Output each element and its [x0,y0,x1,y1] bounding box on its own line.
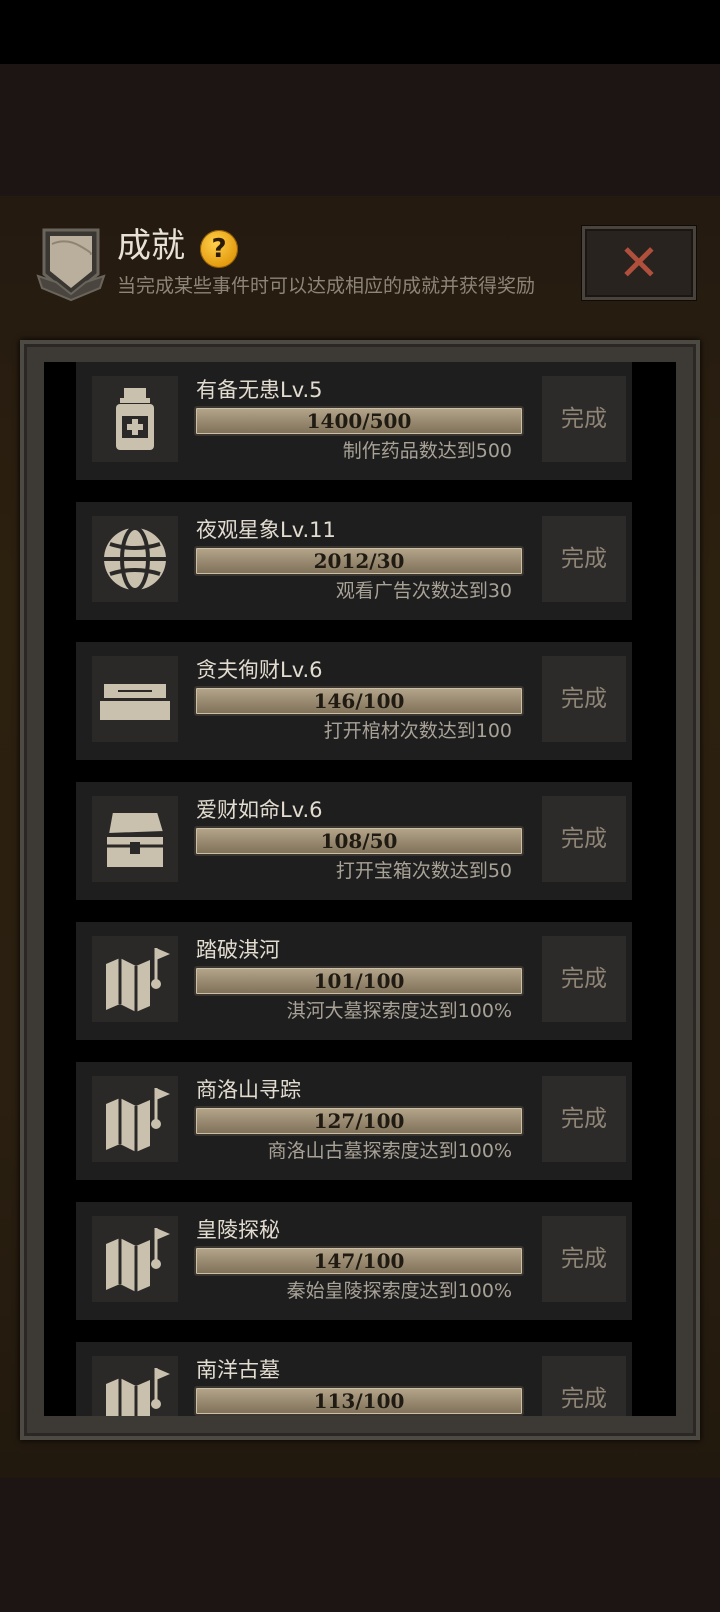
achievement-name: 有备无患Lv.5 [196,378,323,402]
achievement-name: 南洋古墓 [196,1358,280,1382]
progress-text: 101/100 [313,969,405,993]
progress-bar: 1400/500 [194,406,524,436]
achievement-description: 淇河大墓探索度达到100% [286,1000,512,1022]
progress-text: 1400/500 [306,409,412,433]
progress-bar: 113/100 [194,1386,524,1416]
achievement-card: 南洋古墓 113/100 完成 [76,1342,632,1416]
page-title: 成就 [117,226,185,266]
complete-button[interactable]: 完成 [542,796,626,882]
map-flag-icon [92,1356,178,1416]
complete-button-label: 完成 [561,1106,607,1132]
progress-text: 147/100 [313,1249,405,1273]
progress-text: 2012/30 [313,549,405,573]
map-flag-icon [92,1216,178,1302]
achievement-name: 商洛山寻踪 [196,1078,301,1102]
complete-button[interactable]: 完成 [542,1356,626,1416]
progress-bar: 127/100 [194,1106,524,1136]
map-flag-icon [92,936,178,1022]
coffin-icon [92,656,178,742]
achievement-description: 打开宝箱次数达到50 [335,860,512,882]
progress-text: 113/100 [313,1389,405,1413]
map-flag-icon [92,1076,178,1162]
complete-button-label: 完成 [561,1386,607,1412]
achievement-card: 有备无患Lv.5 1400/500 制作药品数达到500 完成 [76,362,632,480]
progress-text: 146/100 [313,689,405,713]
achievement-card: 夜观星象Lv.11 2012/30 观看广告次数达到30 完成 [76,502,632,620]
dimmed-background [0,1478,720,1612]
close-button[interactable]: ✕ [582,226,696,300]
achievement-name: 皇陵探秘 [196,1218,280,1242]
achievement-card: 贪夫徇财Lv.6 146/100 打开棺材次数达到100 完成 [76,642,632,760]
treasure-chest-icon [92,796,178,882]
progress-text: 127/100 [313,1109,405,1133]
achievement-description: 制作药品数达到500 [342,440,512,462]
complete-button[interactable]: 完成 [542,516,626,602]
complete-button-label: 完成 [561,966,607,992]
shield-badge-icon [36,224,106,302]
achievement-description: 商洛山古墓探索度达到100% [267,1140,512,1162]
progress-bar: 101/100 [194,966,524,996]
achievement-card: 商洛山寻踪 127/100 商洛山古墓探索度达到100% 完成 [76,1062,632,1180]
status-bar [0,0,720,64]
achievement-name: 贪夫徇财Lv.6 [196,658,323,682]
dimmed-background [0,64,720,196]
complete-button[interactable]: 完成 [542,376,626,462]
complete-button[interactable]: 完成 [542,656,626,742]
globe-icon [92,516,178,602]
progress-bar: 147/100 [194,1246,524,1276]
complete-button-label: 完成 [561,1246,607,1272]
achievement-name: 踏破淇河 [196,938,280,962]
complete-button[interactable]: 完成 [542,1216,626,1302]
progress-bar: 146/100 [194,686,524,716]
complete-button-label: 完成 [561,686,607,712]
achievement-name: 夜观星象Lv.11 [196,518,336,542]
achievement-list[interactable]: 有备无患Lv.5 1400/500 制作药品数达到500 完成 夜观星象Lv.1… [44,362,676,1416]
complete-button-label: 完成 [561,406,607,432]
achievement-description: 打开棺材次数达到100 [323,720,512,742]
close-icon: ✕ [618,234,660,292]
achievement-card: 皇陵探秘 147/100 秦始皇陵探索度达到100% 完成 [76,1202,632,1320]
achievement-description: 观看广告次数达到30 [335,580,512,602]
achievement-card: 爱财如命Lv.6 108/50 打开宝箱次数达到50 完成 [76,782,632,900]
achievement-card: 踏破淇河 101/100 淇河大墓探索度达到100% 完成 [76,922,632,1040]
progress-text: 108/50 [320,829,398,853]
progress-bar: 2012/30 [194,546,524,576]
complete-button-label: 完成 [561,826,607,852]
complete-button-label: 完成 [561,546,607,572]
complete-button[interactable]: 完成 [542,1076,626,1162]
help-icon[interactable]: ? [200,230,238,268]
achievement-name: 爱财如命Lv.6 [196,798,323,822]
complete-button[interactable]: 完成 [542,936,626,1022]
progress-bar: 108/50 [194,826,524,856]
achievement-description: 秦始皇陵探索度达到100% [286,1280,512,1302]
page-subtitle: 当完成某些事件时可以达成相应的成就并获得奖励 [117,275,536,297]
medicine-bottle-icon [92,376,178,462]
